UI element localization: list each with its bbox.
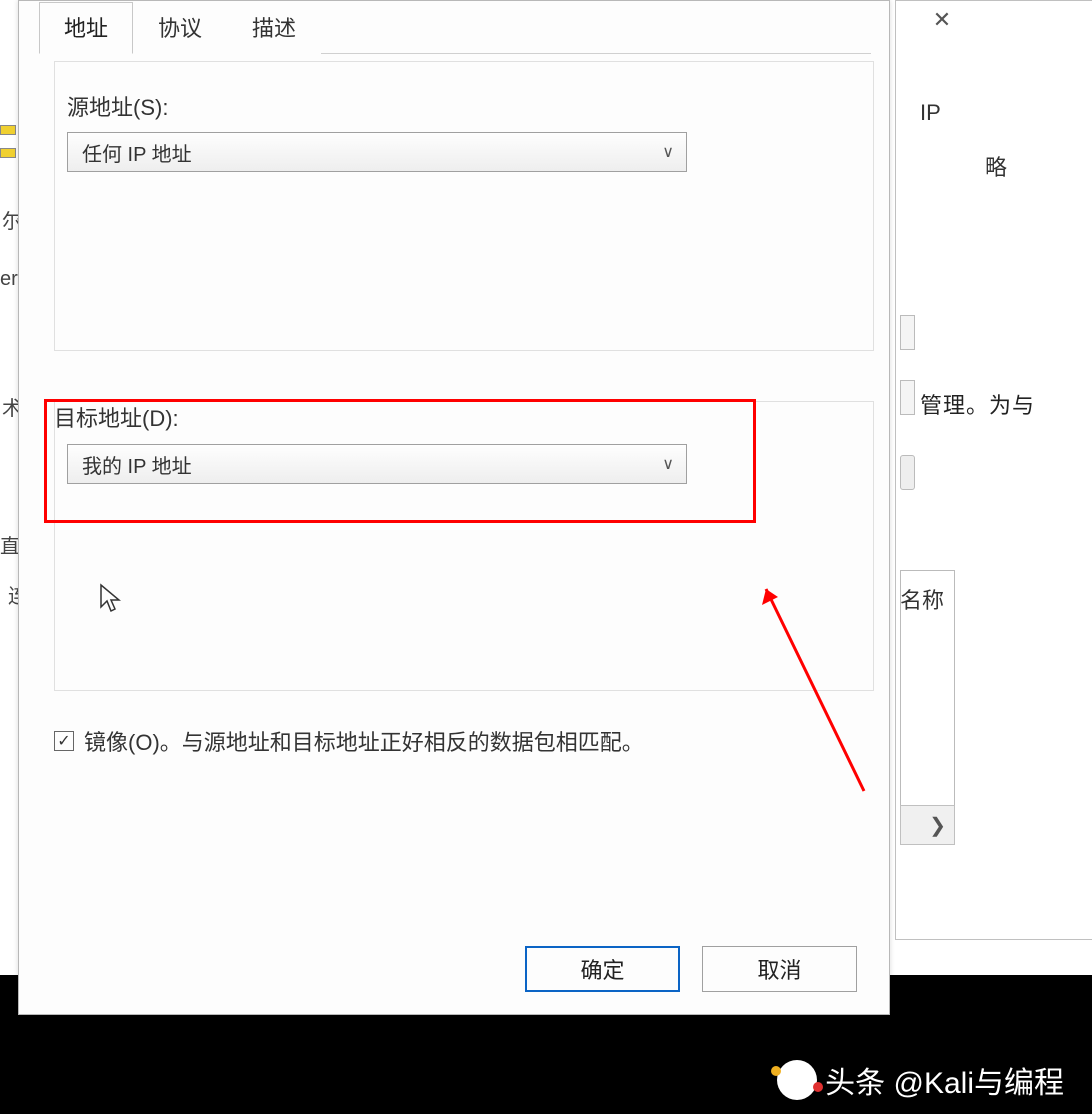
tab-description[interactable]: 描述 [227, 2, 321, 54]
destination-address-label: 目标地址(D): [54, 401, 874, 433]
destination-address-group: 我的 IP 地址 ∨ [54, 401, 874, 691]
toutiao-logo-icon [777, 1060, 817, 1100]
tab-protocol[interactable]: 协议 [133, 2, 227, 54]
bg-ip-label: IP [920, 100, 941, 126]
bg-text-fragment: 略 [985, 150, 1007, 182]
mirror-checkbox-row[interactable]: ✓ 镜像(O)。与源地址和目标地址正好相反的数据包相匹配。 [54, 725, 874, 757]
chevron-down-icon: ∨ [662, 454, 674, 474]
bg-text-fragment: 直 [0, 530, 20, 559]
watermark-text: 头条 @Kali与编程 [825, 1058, 1064, 1102]
scroll-right-icon[interactable]: ❯ [900, 805, 955, 845]
chevron-down-icon: ∨ [662, 142, 674, 162]
bg-icon-fragment [0, 125, 16, 135]
mirror-label: 镜像(O)。与源地址和目标地址正好相反的数据包相匹配。 [84, 725, 644, 757]
tab-content: 源地址(S): 任何 IP 地址 ∨ 目标地址(D): 我的 IP 地址 ∨ ✓… [54, 61, 874, 757]
source-address-dropdown[interactable]: 任何 IP 地址 ∨ [67, 132, 687, 172]
bg-text-fragment: 管理。为与 [920, 388, 1035, 420]
filter-dialog: 地址 协议 描述 源地址(S): 任何 IP 地址 ∨ 目标地址(D): 我的 … [18, 0, 890, 1015]
dialog-buttons: 确定 取消 [525, 946, 857, 992]
destination-address-value: 我的 IP 地址 [82, 450, 192, 479]
source-address-group: 源地址(S): 任何 IP 地址 ∨ [54, 61, 874, 351]
close-icon[interactable]: ✕ [912, 0, 972, 40]
destination-address-wrap: 目标地址(D): 我的 IP 地址 ∨ [54, 401, 874, 691]
bg-button-fragment [900, 380, 915, 415]
tab-address[interactable]: 地址 [39, 2, 133, 54]
bg-button-fragment [900, 315, 915, 350]
bg-button-fragment [900, 455, 915, 490]
source-address-value: 任何 IP 地址 [82, 138, 192, 167]
cancel-button[interactable]: 取消 [702, 946, 857, 992]
source-address-label: 源地址(S): [67, 90, 861, 122]
bg-text-fragment: 名称 [900, 583, 944, 615]
mirror-checkbox[interactable]: ✓ [54, 731, 74, 751]
tab-bar: 地址 协议 描述 [39, 1, 871, 54]
bg-text-fragment: er [0, 268, 18, 291]
bg-icon-fragment [0, 148, 16, 158]
watermark: 头条 @Kali与编程 [0, 1046, 1092, 1114]
destination-address-dropdown[interactable]: 我的 IP 地址 ∨ [67, 444, 687, 484]
ok-button[interactable]: 确定 [525, 946, 680, 992]
